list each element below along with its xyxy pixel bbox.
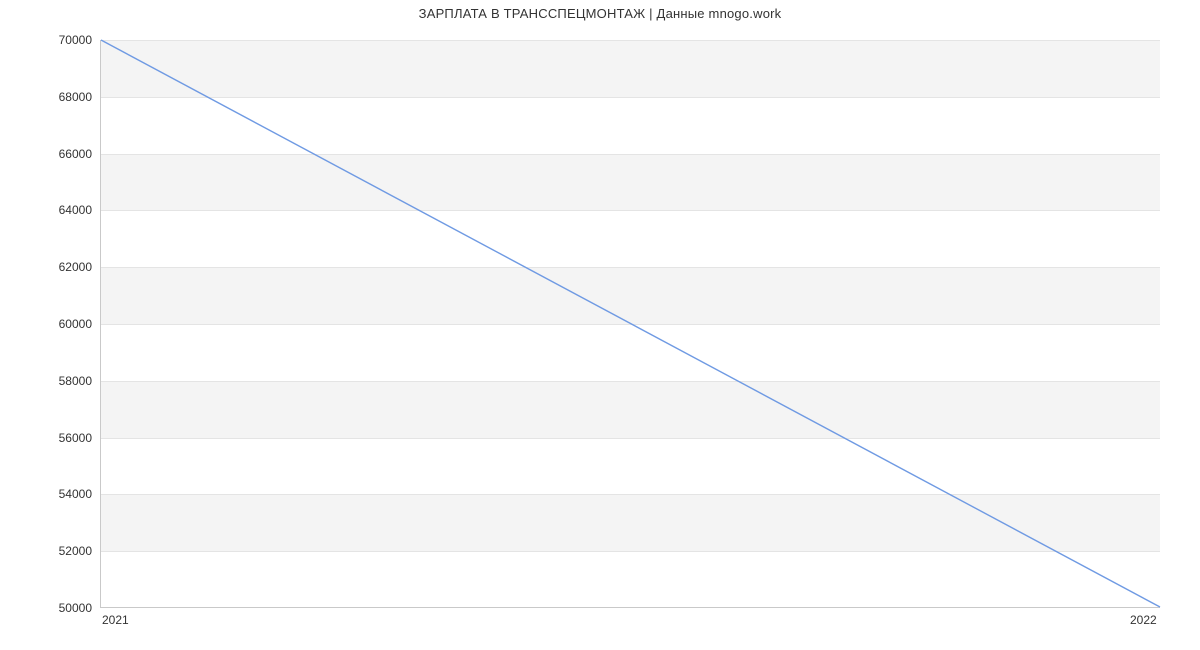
y-tick-label: 70000 [42,33,92,47]
y-tick-label: 50000 [42,601,92,615]
chart-title: ЗАРПЛАТА В ТРАНССПЕЦМОНТАЖ | Данные mnog… [0,6,1200,21]
y-tick-label: 58000 [42,374,92,388]
y-tick-label: 56000 [42,431,92,445]
y-tick-label: 68000 [42,90,92,104]
line-layer [101,40,1160,607]
y-tick-label: 64000 [42,203,92,217]
y-tick-label: 66000 [42,147,92,161]
y-tick-label: 54000 [42,487,92,501]
y-tick-label: 60000 [42,317,92,331]
x-tick-label: 2021 [102,613,129,627]
series-line [101,40,1160,607]
x-tick-label: 2022 [1130,613,1157,627]
plot-area [100,40,1160,608]
chart-container: ЗАРПЛАТА В ТРАНССПЕЦМОНТАЖ | Данные mnog… [0,0,1200,650]
y-tick-label: 62000 [42,260,92,274]
y-tick-label: 52000 [42,544,92,558]
